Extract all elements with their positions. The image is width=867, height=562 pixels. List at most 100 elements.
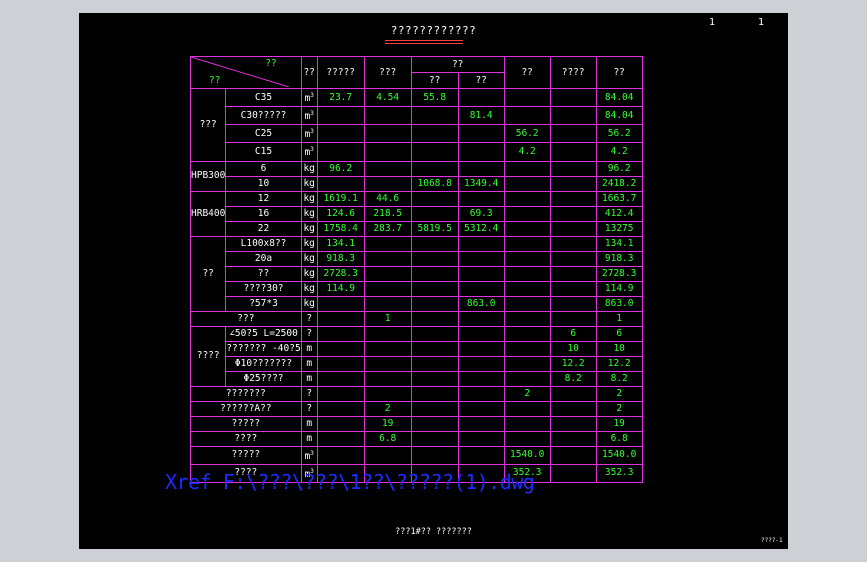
table-row: ????? m 19 19	[190, 415, 643, 432]
value-cell	[410, 106, 459, 126]
table-row: C25 m3 56.2 56.2	[191, 124, 643, 144]
value-cell	[410, 400, 459, 417]
value-cell: 918.3	[316, 250, 365, 267]
value-cell	[457, 355, 505, 372]
unit-cell: m3	[300, 87, 318, 108]
total-cell: 84.04	[595, 87, 643, 108]
unit-cell: kg	[300, 160, 318, 177]
value-cell	[549, 124, 597, 144]
value-cell	[410, 295, 459, 312]
value-cell	[410, 310, 459, 327]
total-cell: 918.3	[595, 250, 643, 267]
value-cell	[316, 106, 365, 126]
value-cell	[503, 160, 551, 177]
unit-cell: kg	[300, 295, 318, 312]
value-cell	[457, 385, 505, 402]
value-cell	[316, 295, 365, 312]
unit-cell: kg	[300, 205, 318, 222]
unit-cell: kg	[300, 220, 318, 237]
total-cell: 84.04	[595, 106, 643, 126]
value-cell: 124.6	[316, 205, 365, 222]
table-row: 22 kg 1758.4 283.7 5819.5 5312.4 13275	[191, 220, 643, 237]
value-cell: 1068.8	[410, 175, 459, 192]
value-cell	[457, 310, 505, 327]
value-cell	[457, 400, 505, 417]
item-cell: 20a	[225, 250, 302, 267]
value-cell	[316, 124, 365, 144]
item-cell: ∠50?5 L=2500	[225, 325, 302, 342]
value-cell	[549, 463, 597, 483]
total-cell: 863.0	[595, 295, 643, 312]
value-cell	[503, 87, 551, 108]
item-cell: ??????? -40?5	[225, 340, 302, 357]
table-row: ????30? kg 114.9 114.9	[191, 280, 643, 297]
value-cell	[549, 190, 597, 207]
unit-cell: kg	[300, 175, 318, 192]
value-cell: 283.7	[363, 220, 412, 237]
unit-cell: m	[300, 415, 318, 432]
total-cell: 2418.2	[595, 175, 643, 192]
category-cell: ??????A??	[190, 400, 302, 417]
value-cell	[363, 106, 412, 126]
total-cell: 4.2	[595, 142, 643, 162]
category-cell: ??	[189, 235, 227, 312]
table-row: ???????? 2 2	[190, 385, 643, 402]
value-cell	[549, 160, 597, 177]
table-row: HPB300 6 kg 96.2 96.2	[189, 160, 643, 192]
value-cell	[503, 235, 551, 252]
item-cell: C30?????	[225, 106, 302, 126]
value-cell	[410, 280, 459, 297]
drawing-viewport[interactable]: 1 1 ???????????? ?? ?? ?? ????? ??? ?? ?…	[79, 13, 788, 549]
total-cell: 56.2	[595, 124, 643, 144]
value-cell: 4.2	[503, 142, 551, 162]
value-cell	[363, 235, 412, 252]
value-cell	[549, 205, 597, 222]
total-cell: 12.2	[595, 355, 643, 372]
item-cell: 22	[225, 220, 302, 237]
value-cell: 1349.4	[457, 175, 505, 192]
value-cell	[316, 340, 365, 357]
value-cell: 1	[363, 310, 412, 327]
value-cell	[410, 355, 459, 372]
unit-cell: kg	[300, 190, 318, 207]
value-cell: 218.5	[363, 205, 412, 222]
value-cell	[457, 124, 505, 144]
value-cell	[363, 142, 412, 162]
total-cell: 13275	[595, 220, 643, 237]
value-cell	[503, 400, 551, 417]
value-cell	[363, 385, 412, 402]
item-cell: 12	[225, 190, 302, 207]
table-row: ??? C35 m3 23.7 4.54 55.8 84.04	[189, 87, 643, 162]
value-cell	[410, 430, 459, 447]
value-cell: 6.8	[363, 430, 412, 447]
value-cell	[549, 142, 597, 162]
value-cell: 19	[363, 415, 412, 432]
col-header-2: ???	[363, 56, 412, 89]
table-row: Φ25???? m 8.2 8.2	[191, 370, 643, 387]
unit-header: ??	[300, 56, 318, 89]
total-cell: 2	[595, 385, 643, 402]
value-cell: 2	[503, 385, 551, 402]
value-cell: 12.2	[549, 355, 597, 372]
value-cell	[410, 142, 459, 162]
item-cell: C15	[225, 142, 302, 162]
value-cell	[457, 160, 505, 177]
category-cell: ?????	[190, 445, 302, 465]
category-cell: HPB300	[189, 160, 227, 192]
value-cell	[410, 415, 459, 432]
value-cell	[410, 124, 459, 144]
item-cell: ??	[225, 265, 302, 282]
value-cell	[457, 87, 505, 108]
drawing-title: ????????????	[390, 24, 477, 37]
value-cell: 8.2	[549, 370, 597, 387]
value-cell	[457, 142, 505, 162]
value-cell	[410, 205, 459, 222]
table-row: ???? m 6.8 6.8	[190, 430, 643, 447]
total-cell: 412.4	[595, 205, 643, 222]
category-cell: HRB400	[189, 190, 227, 237]
value-cell	[549, 445, 597, 465]
total-cell: 2	[595, 400, 643, 417]
value-cell	[410, 445, 459, 465]
category-cell: ?????	[190, 415, 302, 432]
value-cell	[503, 175, 551, 192]
